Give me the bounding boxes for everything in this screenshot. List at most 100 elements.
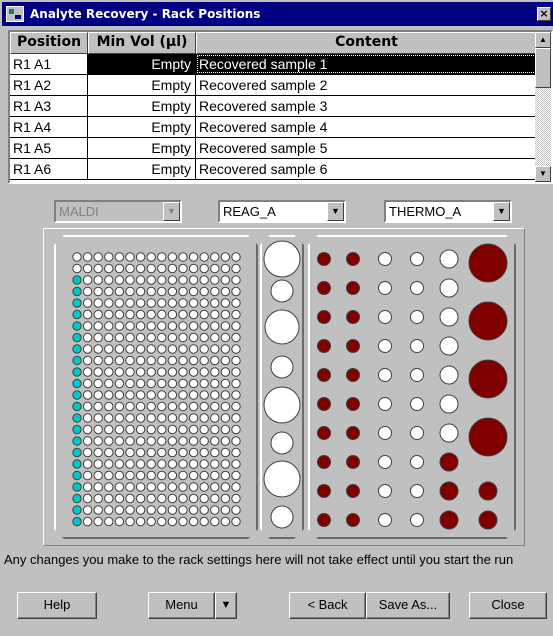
maldi-well[interactable] bbox=[82, 344, 93, 354]
maldi-well[interactable] bbox=[231, 493, 241, 504]
maldi-well[interactable] bbox=[157, 252, 167, 262]
thermo-tube-empty[interactable] bbox=[410, 339, 424, 353]
maldi-well[interactable] bbox=[231, 263, 241, 274]
maldi-well[interactable] bbox=[104, 309, 114, 320]
content-cell[interactable]: Recovered sample 3 bbox=[196, 96, 537, 116]
maldi-well[interactable] bbox=[220, 470, 231, 481]
maldi-well[interactable] bbox=[157, 390, 167, 400]
maldi-well[interactable] bbox=[135, 516, 146, 527]
thermo-tube-empty[interactable] bbox=[439, 336, 459, 356]
maldi-well[interactable] bbox=[188, 516, 199, 527]
maldi-well[interactable] bbox=[135, 252, 146, 262]
maldi-well[interactable] bbox=[146, 286, 156, 297]
maldi-well[interactable] bbox=[93, 378, 103, 389]
maldi-well[interactable] bbox=[125, 263, 135, 274]
maldi-well[interactable] bbox=[114, 413, 125, 423]
maldi-well[interactable] bbox=[157, 482, 167, 492]
thermo-tube-large[interactable] bbox=[468, 301, 508, 341]
maldi-well[interactable] bbox=[210, 390, 220, 400]
maldi-well[interactable] bbox=[167, 263, 178, 274]
maldi-well[interactable] bbox=[167, 459, 178, 469]
maldi-well[interactable] bbox=[114, 286, 125, 297]
maldi-well[interactable] bbox=[82, 493, 93, 504]
thermo-tube-large[interactable] bbox=[468, 243, 508, 283]
maldi-well[interactable] bbox=[231, 447, 241, 458]
maldi-well[interactable] bbox=[125, 321, 135, 331]
maldi-well[interactable] bbox=[199, 401, 209, 412]
maldi-well[interactable] bbox=[167, 298, 178, 308]
maldi-well[interactable] bbox=[114, 252, 125, 262]
position-cell[interactable]: R1 A5 bbox=[10, 138, 88, 158]
maldi-well[interactable] bbox=[231, 470, 241, 481]
thermo-tube-filled[interactable] bbox=[439, 481, 459, 501]
maldi-well[interactable] bbox=[178, 252, 188, 262]
maldi-well[interactable] bbox=[167, 332, 178, 343]
maldi-well[interactable] bbox=[93, 401, 103, 412]
maldi-well[interactable] bbox=[188, 470, 199, 481]
maldi-well[interactable] bbox=[135, 286, 146, 297]
thermo-tube-filled[interactable] bbox=[346, 281, 360, 295]
maldi-well[interactable] bbox=[125, 252, 135, 262]
position-cell[interactable]: R1 A3 bbox=[10, 96, 88, 116]
maldi-well[interactable] bbox=[199, 275, 209, 285]
thermo-tube-filled[interactable] bbox=[346, 455, 360, 469]
maldi-well[interactable] bbox=[220, 390, 231, 400]
maldi-well[interactable] bbox=[178, 275, 188, 285]
table-row[interactable]: R1 A4 Empty Recovered sample 4 bbox=[10, 117, 537, 138]
maldi-well[interactable] bbox=[104, 401, 114, 412]
content-cell[interactable]: Recovered sample 1 bbox=[196, 54, 537, 74]
thermo-tube-filled[interactable] bbox=[317, 426, 331, 440]
maldi-well[interactable] bbox=[210, 367, 220, 377]
maldi-well[interactable] bbox=[199, 286, 209, 297]
maldi-well[interactable] bbox=[82, 263, 93, 274]
maldi-well[interactable] bbox=[199, 459, 209, 469]
maldi-well[interactable] bbox=[114, 505, 125, 515]
maldi-well[interactable] bbox=[104, 344, 114, 354]
maldi-well[interactable] bbox=[157, 367, 167, 377]
maldi-well[interactable] bbox=[82, 252, 93, 262]
maldi-well[interactable] bbox=[231, 401, 241, 412]
maldi-well[interactable] bbox=[231, 298, 241, 308]
maldi-well[interactable] bbox=[199, 447, 209, 458]
maldi-well[interactable] bbox=[146, 516, 156, 527]
maldi-well[interactable] bbox=[125, 332, 135, 343]
thermo-tube-filled[interactable] bbox=[317, 281, 331, 295]
maldi-well[interactable] bbox=[210, 424, 220, 435]
maldi-well[interactable] bbox=[125, 309, 135, 320]
thermo-tube-filled[interactable] bbox=[317, 484, 331, 498]
maldi-well[interactable] bbox=[199, 298, 209, 308]
maldi-well[interactable] bbox=[72, 263, 82, 274]
maldi-well-filled[interactable] bbox=[72, 355, 82, 366]
maldi-well[interactable] bbox=[104, 482, 114, 492]
maldi-well[interactable] bbox=[188, 401, 199, 412]
maldi-well[interactable] bbox=[114, 309, 125, 320]
thermo-tube-empty[interactable] bbox=[439, 249, 459, 269]
thermo-tube-empty[interactable] bbox=[378, 484, 392, 498]
maldi-well[interactable] bbox=[199, 263, 209, 274]
maldi-well[interactable] bbox=[93, 263, 103, 274]
maldi-well[interactable] bbox=[188, 482, 199, 492]
maldi-well[interactable] bbox=[231, 436, 241, 446]
maldi-well[interactable] bbox=[93, 470, 103, 481]
scroll-thumb[interactable] bbox=[535, 48, 551, 88]
thermo-tube-empty[interactable] bbox=[410, 513, 424, 527]
rack-wells[interactable] bbox=[44, 229, 526, 547]
reagent-vial[interactable] bbox=[270, 279, 294, 303]
thermo-tube-filled[interactable] bbox=[346, 484, 360, 498]
maldi-well[interactable] bbox=[210, 470, 220, 481]
reagent-vial[interactable] bbox=[263, 386, 301, 424]
maldi-well-filled[interactable] bbox=[72, 505, 82, 515]
maldi-well[interactable] bbox=[210, 252, 220, 262]
maldi-well[interactable] bbox=[135, 401, 146, 412]
maldi-well[interactable] bbox=[178, 459, 188, 469]
maldi-well[interactable] bbox=[157, 286, 167, 297]
maldi-well[interactable] bbox=[104, 413, 114, 423]
maldi-well[interactable] bbox=[125, 401, 135, 412]
maldi-well[interactable] bbox=[210, 286, 220, 297]
maldi-well[interactable] bbox=[210, 355, 220, 366]
maldi-well[interactable] bbox=[146, 470, 156, 481]
maldi-well[interactable] bbox=[210, 344, 220, 354]
column-header-content[interactable]: Content bbox=[196, 32, 537, 54]
maldi-well[interactable] bbox=[199, 436, 209, 446]
maldi-well[interactable] bbox=[199, 482, 209, 492]
